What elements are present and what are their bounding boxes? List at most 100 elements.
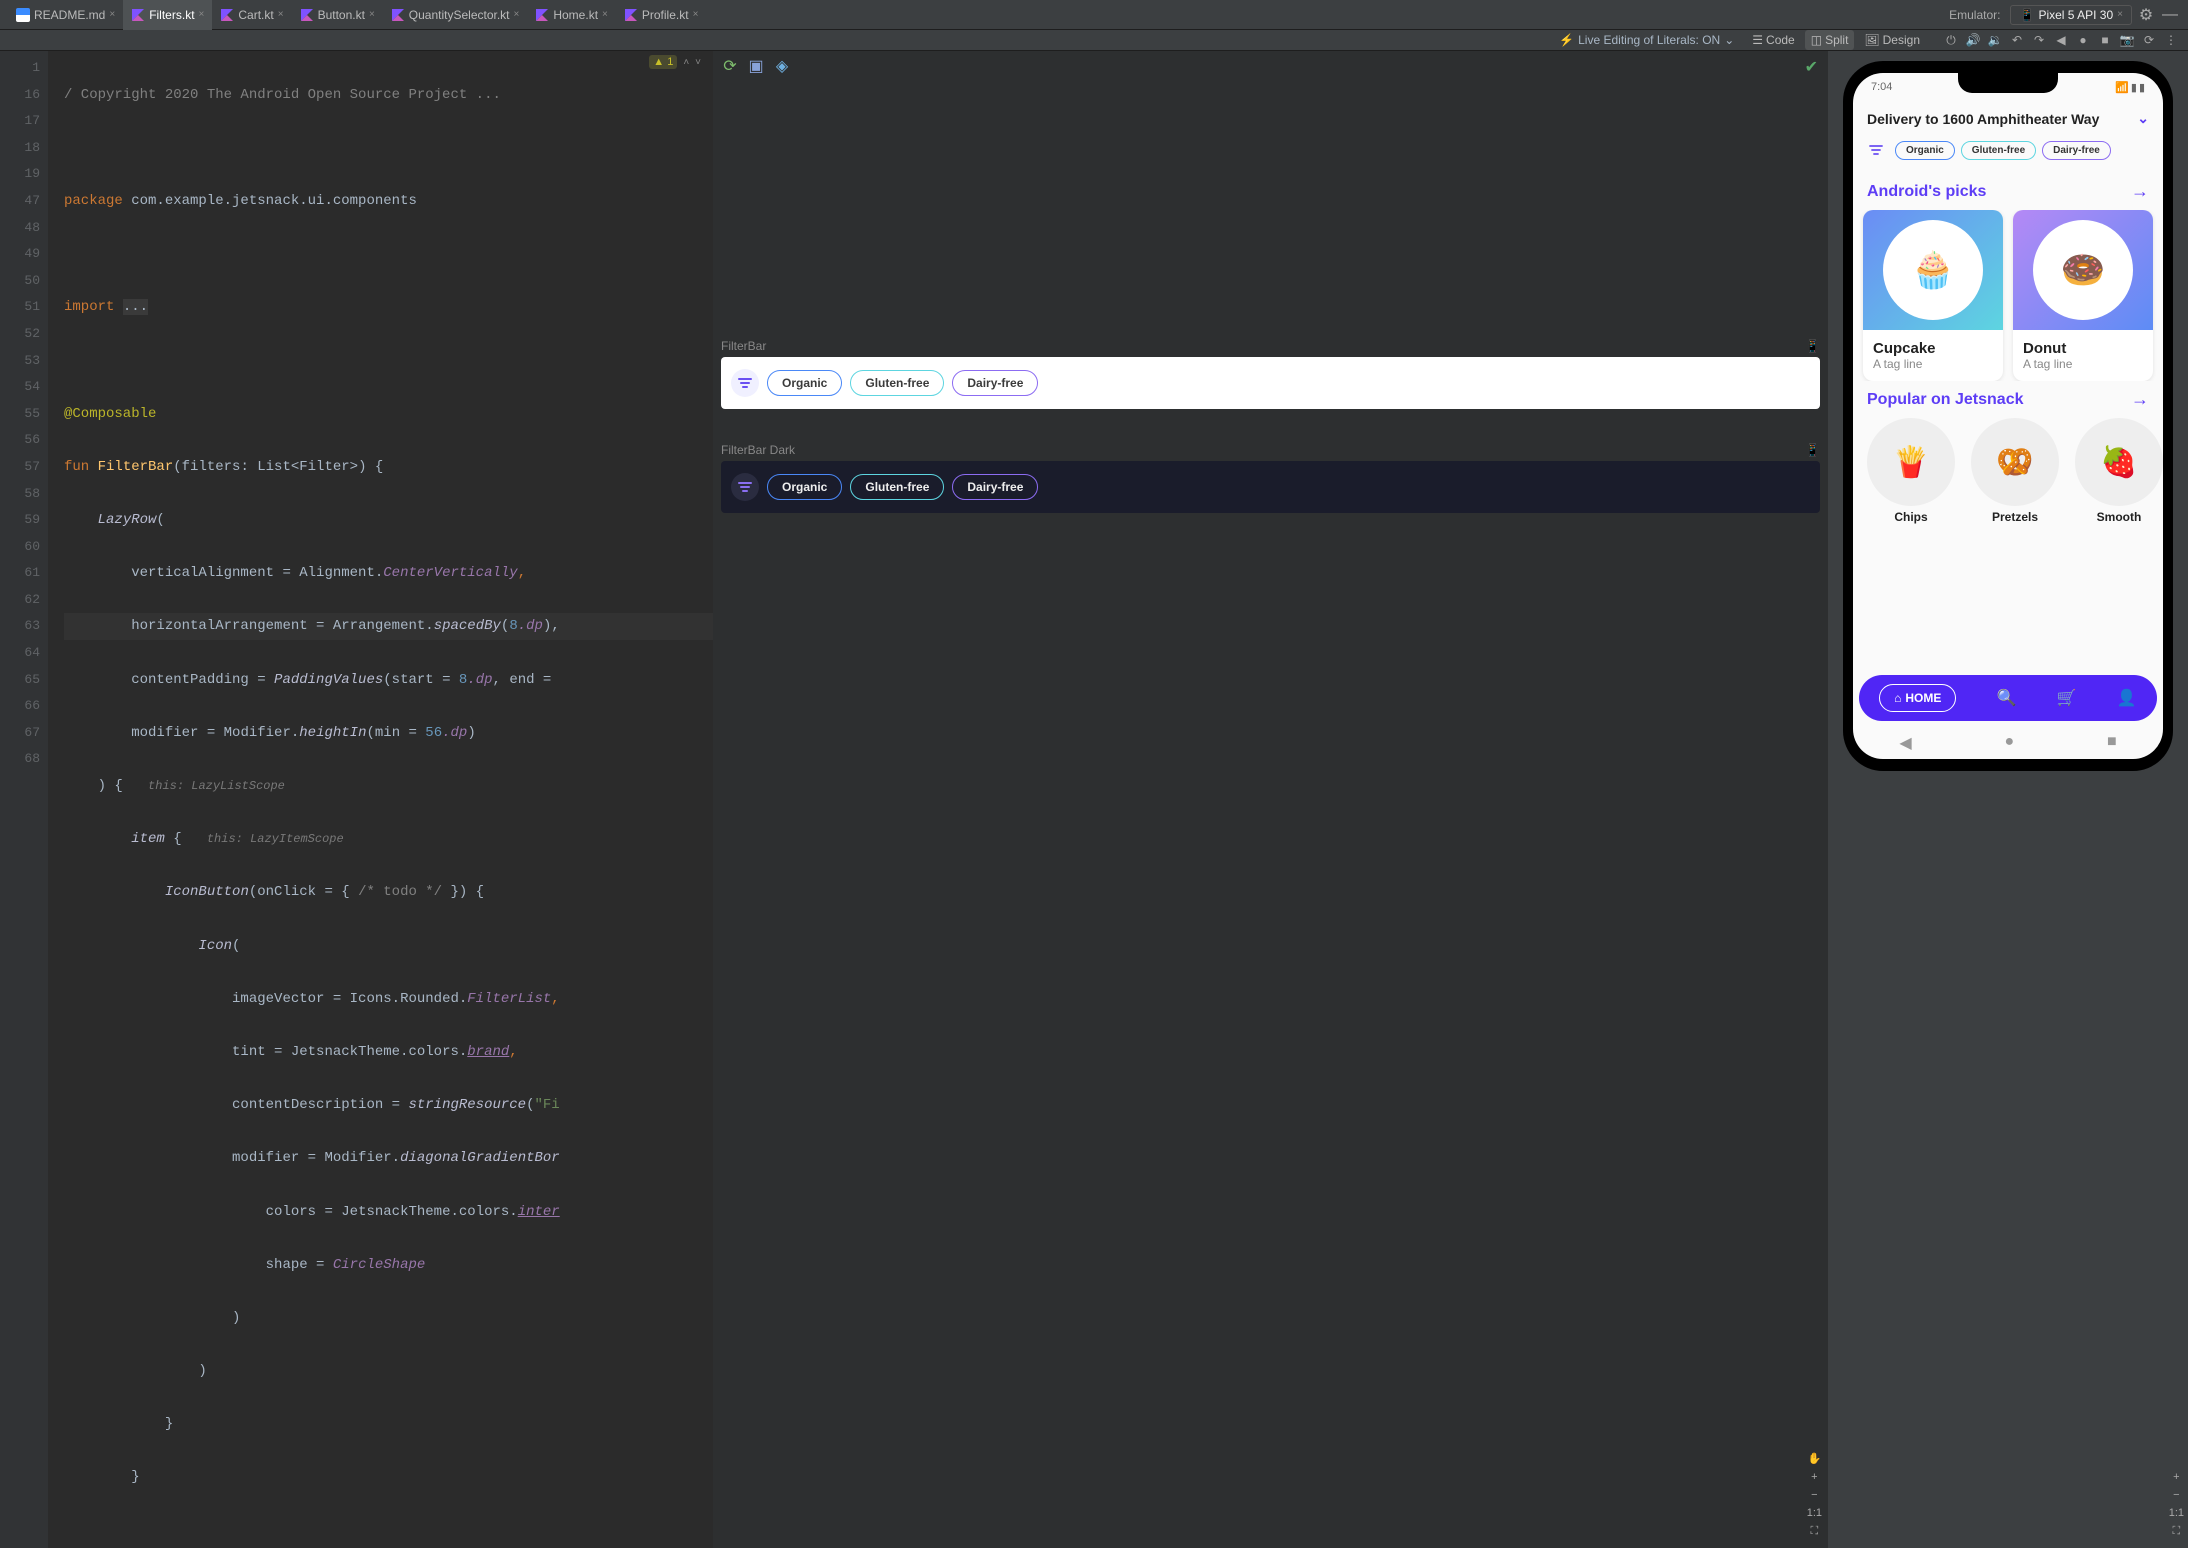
rotate-left-button[interactable]: ↶	[2008, 33, 2026, 47]
kotlin-file-icon	[535, 8, 549, 22]
line-number-gutter: 1161718194748495051525354555657585960616…	[0, 51, 48, 1548]
zoom-in-button[interactable]: +	[1811, 1471, 1817, 1483]
preview-filterbar-light[interactable]: Organic Gluten-free Dairy-free	[721, 357, 1820, 409]
zoom-fit-button[interactable]: ⛶	[2173, 1525, 2181, 1538]
tab-filters[interactable]: Filters.kt ×	[123, 0, 212, 30]
close-icon[interactable]: ×	[602, 9, 608, 20]
chip-gluten-free[interactable]: Gluten-free	[850, 370, 944, 396]
preview-label-light: FilterBar	[721, 339, 766, 353]
chip-dairy-free[interactable]: Dairy-free	[952, 474, 1038, 500]
signal-icon: ▮	[2131, 81, 2137, 94]
system-overview-button[interactable]: ■	[2107, 733, 2117, 753]
system-back-button[interactable]: ◀	[1899, 733, 1911, 753]
snack-card-donut[interactable]: 🍩 DonutA tag line	[2013, 210, 2153, 381]
deploy-preview-icon[interactable]: ▣	[747, 57, 765, 75]
kotlin-file-icon	[300, 8, 314, 22]
system-home-button[interactable]: ●	[2004, 733, 2014, 753]
screenshot-button[interactable]: 📷	[2118, 33, 2136, 47]
close-icon[interactable]: ×	[369, 9, 375, 20]
phone-notch	[1958, 73, 2058, 93]
tab-cart[interactable]: Cart.kt ×	[212, 0, 291, 30]
phone-screen[interactable]: 7:04 📶▮▮ Delivery to 1600 Amphitheater W…	[1853, 73, 2163, 759]
more-icon[interactable]: ⋮	[2162, 33, 2180, 47]
section-title: Android's picks	[1867, 183, 1986, 201]
refresh-icon[interactable]: ⟳	[721, 57, 739, 75]
split-icon: ◫	[1811, 33, 1822, 47]
tab-readme[interactable]: README.md ×	[8, 0, 123, 30]
check-icon: ✔	[1805, 57, 1818, 77]
chip-organic[interactable]: Organic	[1895, 141, 1955, 160]
close-icon[interactable]: ×	[278, 9, 284, 20]
nav-home-button[interactable]: ⌂HOME	[1879, 684, 1956, 712]
arrow-right-icon[interactable]: →	[2131, 389, 2149, 410]
rotate-right-button[interactable]: ↷	[2030, 33, 2048, 47]
live-edit-toggle[interactable]: ⚡ Live Editing of Literals: ON ⌄	[1559, 33, 1734, 47]
delivery-header[interactable]: Delivery to 1600 Amphitheater Way ⌄	[1853, 96, 2163, 137]
filter-list-icon[interactable]	[731, 369, 759, 397]
close-icon[interactable]: ×	[693, 9, 699, 20]
chip-dairy-free[interactable]: Dairy-free	[952, 370, 1038, 396]
split-mode-button[interactable]: ◫Split	[1805, 30, 1855, 50]
filter-list-icon[interactable]	[1863, 137, 1889, 163]
zoom-reset-button[interactable]: 1:1	[2169, 1507, 2184, 1519]
tab-button[interactable]: Button.kt ×	[292, 0, 383, 30]
zoom-fit-button[interactable]: ⛶	[1811, 1525, 1819, 1538]
tab-home[interactable]: Home.kt ×	[527, 0, 616, 30]
minimize-icon[interactable]: —	[2160, 5, 2180, 25]
volume-down-button[interactable]: 🔉	[1986, 33, 2004, 47]
code-mode-button[interactable]: ☰Code	[1746, 30, 1800, 50]
popular-item-chips[interactable]: 🍟Chips	[1867, 418, 1955, 524]
pan-icon[interactable]: ✋	[1808, 1452, 1822, 1465]
zoom-reset-button[interactable]: 1:1	[1807, 1507, 1822, 1519]
popular-item-smoothie[interactable]: 🍓Smooth	[2075, 418, 2163, 524]
nav-label: HOME	[1905, 691, 1941, 705]
arrow-right-icon[interactable]: →	[2131, 181, 2149, 202]
preview-label-dark: FilterBar Dark	[721, 443, 795, 457]
card-title: Cupcake	[1873, 340, 1993, 357]
device-icon[interactable]: 📱	[1805, 443, 1820, 457]
search-icon[interactable]: 🔍	[1997, 688, 2017, 708]
editor-tab-bar: README.md × Filters.kt × Cart.kt × Butto…	[0, 0, 2188, 30]
code-content[interactable]: / Copyright 2020 The Android Open Source…	[48, 51, 713, 1548]
interactive-preview-icon[interactable]: ◈	[773, 57, 791, 75]
chevron-up-icon[interactable]: ˄	[683, 57, 689, 68]
warning-badge[interactable]: ▲ 1	[649, 55, 677, 69]
design-mode-button[interactable]: 🖼Design	[1858, 30, 1926, 50]
popular-item-pretzels[interactable]: 🥨Pretzels	[1971, 418, 2059, 524]
zoom-out-button[interactable]: −	[1811, 1489, 1817, 1501]
close-icon[interactable]: ×	[2117, 9, 2123, 20]
section-title: Popular on Jetsnack	[1867, 391, 2024, 409]
back-button[interactable]: ◀	[2052, 33, 2070, 47]
tab-quantity-selector[interactable]: QuantitySelector.kt ×	[383, 0, 528, 30]
cart-icon[interactable]: 🛒	[2057, 688, 2077, 708]
phone-icon: 📱	[2019, 8, 2034, 22]
close-icon[interactable]: ×	[514, 9, 520, 20]
emulator-selector[interactable]: 📱 Pixel 5 API 30 ×	[2010, 5, 2132, 25]
zoom-out-button[interactable]: −	[2173, 1489, 2179, 1501]
chip-dairy-free[interactable]: Dairy-free	[2042, 141, 2111, 160]
close-icon[interactable]: ×	[109, 9, 115, 20]
tab-profile[interactable]: Profile.kt ×	[616, 0, 707, 30]
mode-label: Split	[1825, 33, 1848, 47]
profile-icon[interactable]: 👤	[2117, 688, 2137, 708]
chevron-down-icon[interactable]: ˅	[695, 57, 701, 68]
overview-button[interactable]: ■	[2096, 33, 2114, 47]
filter-list-icon[interactable]	[731, 473, 759, 501]
chip-gluten-free[interactable]: Gluten-free	[1961, 141, 2036, 160]
code-editor[interactable]: 1161718194748495051525354555657585960616…	[0, 51, 713, 1548]
device-icon[interactable]: 📱	[1805, 339, 1820, 353]
snack-card-cupcake[interactable]: 🧁 CupcakeA tag line	[1863, 210, 2003, 381]
chip-organic[interactable]: Organic	[767, 474, 842, 500]
cupcake-image: 🧁	[1883, 220, 1983, 320]
preview-filterbar-dark[interactable]: Organic Gluten-free Dairy-free	[721, 461, 1820, 513]
volume-up-button[interactable]: 🔊	[1964, 33, 1982, 47]
zoom-in-button[interactable]: +	[2173, 1471, 2179, 1483]
close-icon[interactable]: ×	[199, 9, 205, 20]
chip-organic[interactable]: Organic	[767, 370, 842, 396]
home-button[interactable]: ●	[2074, 33, 2092, 47]
refresh-button[interactable]: ⟳	[2140, 33, 2158, 47]
chip-gluten-free[interactable]: Gluten-free	[850, 474, 944, 500]
power-button[interactable]: ⏻	[1942, 33, 1960, 48]
emulator-pane: 7:04 📶▮▮ Delivery to 1600 Amphitheater W…	[1828, 51, 2188, 1548]
gear-icon[interactable]: ⚙	[2136, 5, 2156, 25]
